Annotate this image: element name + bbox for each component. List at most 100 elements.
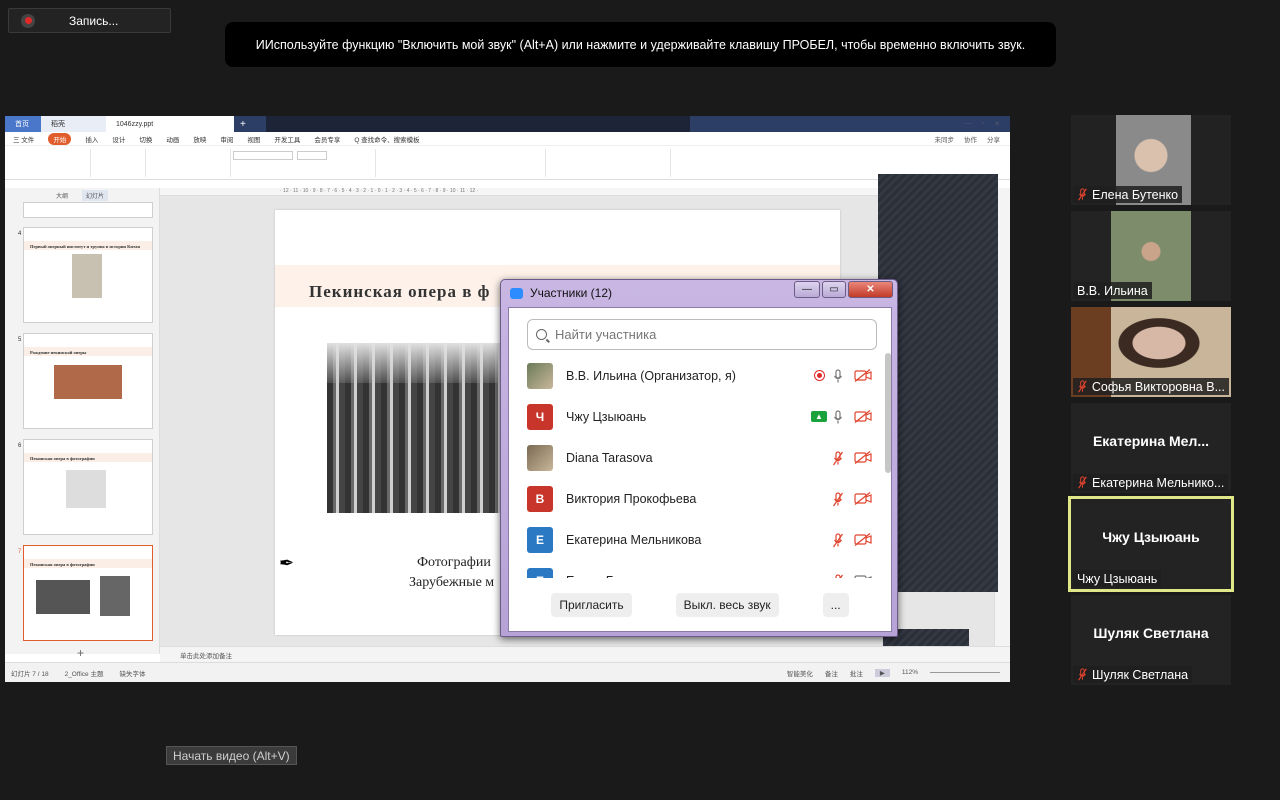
camera-icon[interactable] (854, 574, 872, 578)
new-tab-button[interactable]: + (240, 119, 246, 130)
ribbon-separator (375, 149, 376, 177)
camera-off-icon[interactable] (854, 533, 872, 546)
mic-muted-icon[interactable] (833, 574, 843, 578)
smart-beautify-button[interactable]: 智能美化 (787, 668, 813, 678)
video-tile[interactable]: Екатерина Мел... Екатерина Мельнико... (1071, 403, 1231, 493)
menu-member[interactable]: 会员专享 (314, 134, 340, 144)
video-tile[interactable]: Шуляк Светлана Шуляк Светлана (1071, 595, 1231, 685)
camera-off-icon[interactable] (854, 410, 872, 423)
menu-insert[interactable]: 插入 (85, 134, 98, 144)
recording-indicator[interactable]: Запись... (8, 8, 171, 33)
sync-status[interactable]: 未同步 (935, 134, 955, 144)
search-icon (536, 329, 547, 340)
invite-button[interactable]: Пригласить (551, 593, 632, 617)
tile-name: Шуляк Светлана (1092, 667, 1189, 682)
tab-docer[interactable]: 稻壳 (41, 116, 106, 132)
menu-developer[interactable]: 开发工具 (274, 134, 300, 144)
mic-icon[interactable] (833, 369, 843, 384)
status-missing-fonts[interactable]: 缺失字体 (119, 668, 145, 678)
font-select[interactable] (233, 151, 293, 160)
participant-row[interactable]: В.В. Ильина (Организатор, я) (509, 355, 885, 396)
slide-thumbnail-7[interactable]: Пекинская опера в фотографии (23, 545, 153, 641)
mic-muted-icon (1078, 668, 1087, 681)
tab-bar-filler (265, 116, 690, 132)
thumb-title: Пекинская опера в фотографии (24, 440, 152, 464)
tab-slides[interactable]: 幻灯片 (82, 189, 109, 201)
participant-list-scrollbar[interactable] (885, 353, 891, 473)
menu-slideshow[interactable]: 放映 (193, 134, 206, 144)
close-icon[interactable]: ✕ (994, 120, 1000, 128)
mic-icon[interactable] (833, 410, 843, 425)
menu-design[interactable]: 设计 (112, 134, 125, 144)
participant-search-input[interactable]: Найти участника (527, 319, 877, 350)
slide-thumbnail-6[interactable]: Пекинская опера в фотографии (23, 439, 153, 535)
menu-file[interactable]: 三 文件 (13, 134, 34, 144)
bird-logo-icon: ✒ (279, 553, 295, 573)
more-button[interactable]: ... (822, 593, 849, 617)
menu-view[interactable]: 视图 (247, 134, 260, 144)
slide-thumbnail-4[interactable]: Первый оперный институт и труппа в истор… (23, 227, 153, 323)
participant-name: В.В. Ильина (Организатор, я) (566, 368, 736, 383)
record-icon (21, 13, 35, 28)
tile-name: Екатерина Мельнико... (1092, 475, 1225, 490)
participant-name: Чжу Цзыюань (566, 409, 647, 424)
ribbon-separator (230, 149, 231, 177)
participant-row[interactable]: Е Елена Бутенко (509, 560, 885, 578)
menu-transition[interactable]: 切换 (139, 134, 152, 144)
unmute-tip-text: ИИспользуйте функцию "Включить мой звук"… (255, 37, 1026, 52)
share-button[interactable]: 分享 (987, 134, 1000, 144)
menu-search[interactable]: Q 查找命令、搜索模板 (354, 134, 419, 144)
ribbon-separator (545, 149, 546, 177)
ribbon-separator (670, 149, 671, 177)
mic-muted-icon[interactable] (833, 451, 843, 466)
zoom-level[interactable]: 112% (902, 669, 918, 676)
close-button[interactable]: ✕ (848, 281, 893, 298)
mic-muted-icon (1078, 188, 1087, 201)
minimize-icon[interactable]: — (965, 120, 972, 128)
add-slide-button[interactable]: + (77, 646, 84, 660)
participant-row[interactable]: Diana Tarasova (509, 437, 885, 478)
notes-toggle[interactable]: 备注 (825, 668, 838, 678)
minimize-button[interactable]: — (794, 281, 820, 298)
slide-thumbnail-5[interactable]: Рождение пекинской оперы (23, 333, 153, 429)
mic-muted-icon[interactable] (833, 533, 843, 548)
camera-off-icon[interactable] (854, 451, 872, 464)
tab-outline[interactable]: 大纲 (56, 191, 68, 200)
collab-button[interactable]: 协作 (964, 134, 977, 144)
video-tile[interactable]: В.В. Ильина (1071, 211, 1231, 301)
font-size-select[interactable] (297, 151, 327, 160)
thumb-image (54, 365, 122, 399)
restore-icon[interactable]: ▫ (982, 120, 984, 128)
participant-avatar: Ч (527, 403, 553, 430)
video-tile[interactable]: Чжу Цзыюань Чжу Цзыюань (1068, 496, 1234, 592)
mute-all-button[interactable]: Выкл. весь звук (675, 593, 779, 617)
tile-name-label: Екатерина Мельнико... (1073, 474, 1229, 491)
video-tile[interactable]: Софья Викторовна В... (1071, 307, 1231, 397)
comments-toggle[interactable]: 批注 (850, 668, 863, 678)
play-icon[interactable]: ▶ (874, 668, 890, 677)
tile-display-name: Екатерина Мел... (1092, 433, 1210, 449)
slide-number: 6 (18, 443, 22, 449)
participant-row[interactable]: Е Екатерина Мельникова (509, 519, 885, 560)
tab-home[interactable]: 首页 (5, 116, 41, 132)
participant-row[interactable]: В Виктория Прокофьева (509, 478, 885, 519)
menu-review[interactable]: 审阅 (220, 134, 233, 144)
tile-name: В.В. Ильина (1077, 283, 1148, 298)
participant-row[interactable]: Ч Чжу Цзыюань ▲ (509, 396, 885, 437)
video-tile[interactable]: Елена Бутенко (1071, 115, 1231, 205)
menu-animation[interactable]: 动画 (166, 134, 179, 144)
camera-off-icon[interactable] (854, 369, 872, 382)
zoom-slider[interactable] (930, 672, 1000, 673)
camera-off-icon[interactable] (854, 492, 872, 505)
notes-bar[interactable]: 单击此处添加备注 (160, 646, 1010, 662)
slide-caption-line1: Фотографии (417, 555, 491, 570)
mic-muted-icon (1078, 476, 1087, 489)
mic-muted-icon[interactable] (833, 492, 843, 507)
slide-number: 4 (18, 231, 22, 237)
maximize-button[interactable]: ▭ (822, 281, 846, 298)
tab-document[interactable]: 1046zzy.ppt (106, 116, 234, 132)
tile-display-name: Шуляк Светлана (1093, 625, 1209, 641)
wps-tab-bar: 首页 稻壳 1046zzy.ppt + — ▫ ✕ (5, 116, 1010, 132)
slide-thumbnail-partial[interactable] (23, 202, 153, 218)
menu-start[interactable]: 开始 (48, 132, 72, 145)
